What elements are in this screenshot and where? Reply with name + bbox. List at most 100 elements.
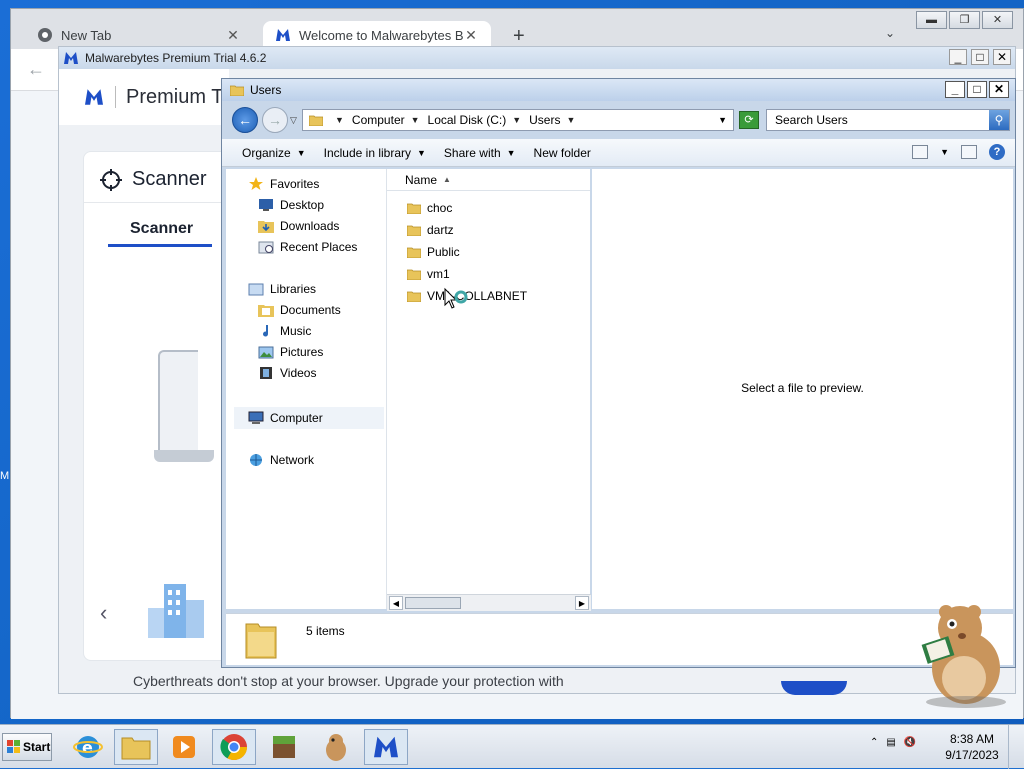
taskbar-minecraft[interactable] <box>262 729 306 765</box>
column-header-name[interactable]: Name ▲ <box>387 169 590 191</box>
new-folder-button[interactable]: New folder <box>534 146 591 160</box>
new-tab-button[interactable]: + <box>513 25 525 48</box>
close-button[interactable]: ✕ <box>993 49 1011 65</box>
breadcrumb-root-arrow[interactable]: ▼ <box>329 115 344 125</box>
tab-malwarebytes[interactable]: Welcome to Malwarebytes Browser ✕ <box>263 21 491 49</box>
list-item[interactable]: choc <box>407 201 452 215</box>
recent-pages-chevron-icon[interactable]: ▽ <box>290 115 297 126</box>
folder-icon <box>121 737 151 760</box>
volume-muted-icon[interactable]: 🔇 <box>904 737 916 748</box>
documents-icon <box>258 303 274 317</box>
start-button[interactable]: Start <box>2 733 52 761</box>
taskbar-media-player[interactable] <box>162 729 206 765</box>
preview-pane-icon[interactable] <box>961 145 977 159</box>
minimize-button[interactable]: _ <box>945 81 965 98</box>
address-history-chevron-icon[interactable]: ▼ <box>718 115 727 125</box>
clock[interactable]: 8:38 AM 9/17/2023 <box>944 731 1000 763</box>
view-chevron-down-icon[interactable]: ▼ <box>940 147 949 157</box>
scroll-right-icon[interactable]: ▶ <box>575 596 589 610</box>
help-icon[interactable]: ? <box>989 144 1005 160</box>
malwarebytes-icon <box>275 27 291 43</box>
show-hidden-icons-chevron-icon[interactable]: ⌃ <box>870 737 878 748</box>
preview-pane: Select a file to preview. <box>592 169 1013 609</box>
media-player-icon <box>173 736 195 758</box>
chevron-down-icon: ▼ <box>335 115 344 125</box>
breadcrumb-users[interactable]: Users ▼ <box>529 113 575 127</box>
chevron-down-icon[interactable]: ▼ <box>512 115 521 125</box>
maximize-button[interactable]: □ <box>971 49 989 65</box>
header-separator <box>115 86 116 108</box>
scroll-left-icon[interactable]: ◀ <box>389 596 403 610</box>
product-name: Premium T <box>126 85 224 108</box>
nav-item-documents[interactable]: Documents <box>258 303 341 317</box>
crosshair-icon <box>100 168 122 191</box>
refresh-button[interactable]: ⟳ <box>739 111 759 129</box>
view-options-icon[interactable] <box>912 145 929 159</box>
maximize-button[interactable]: □ <box>967 81 987 98</box>
scrollbar-thumb[interactable] <box>405 597 461 609</box>
network-tray-icon[interactable]: ▤ <box>886 737 895 748</box>
preview-message: Select a file to preview. <box>741 381 864 395</box>
malwarebytes-icon <box>374 736 398 758</box>
taskbar-internet-explorer[interactable]: e <box>66 729 110 765</box>
nav-libraries[interactable]: Libraries <box>248 282 316 296</box>
back-button[interactable]: ← <box>232 107 258 133</box>
nav-item-videos[interactable]: Videos <box>258 366 316 380</box>
taskbar-hamster[interactable] <box>314 729 358 765</box>
close-icon[interactable]: ✕ <box>463 27 479 44</box>
chevron-down-icon: ▼ <box>417 147 426 158</box>
close-icon[interactable]: ✕ <box>225 27 241 44</box>
breadcrumb-local-disk[interactable]: Local Disk (C:) ▼ <box>428 113 522 127</box>
svg-text:e: e <box>82 738 93 757</box>
close-button[interactable]: ✕ <box>989 81 1009 98</box>
nav-favorites[interactable]: Favorites <box>248 177 319 191</box>
list-item[interactable]: dartz <box>407 223 454 237</box>
taskbar-chrome[interactable] <box>212 729 256 765</box>
list-item[interactable]: Public <box>407 245 460 259</box>
nav-item-downloads[interactable]: Downloads <box>258 219 339 233</box>
close-button[interactable]: ✕ <box>982 11 1013 29</box>
back-arrow-icon[interactable]: ← <box>27 59 45 80</box>
search-icon[interactable]: ⚲ <box>989 110 1009 130</box>
nav-network[interactable]: Network <box>248 453 314 467</box>
music-icon <box>258 324 274 338</box>
nav-favorites-label: Favorites <box>270 177 320 191</box>
hamster-desktop-pet-icon[interactable] <box>906 598 1016 708</box>
address-bar[interactable]: ▼ Computer ▼ Local Disk (C:) ▼ Users ▼ ▼ <box>302 109 734 131</box>
organize-button[interactable]: Organize ▼ <box>242 146 306 160</box>
chrome-icon <box>37 27 53 43</box>
nav-computer[interactable]: Computer <box>248 411 323 425</box>
forward-button[interactable]: → <box>262 107 288 133</box>
tab-new-tab[interactable]: New Tab ✕ <box>25 21 253 49</box>
organize-label: Organize <box>242 145 291 160</box>
restore-button[interactable]: ❐ <box>949 11 980 29</box>
nav-item-pictures[interactable]: Pictures <box>258 345 323 359</box>
shield-banner-icon <box>781 681 847 695</box>
nav-item-music[interactable]: Music <box>258 324 311 338</box>
taskbar-explorer[interactable] <box>114 729 158 765</box>
recent-places-icon <box>258 240 274 254</box>
column-header-label: Name <box>405 172 438 187</box>
horizontal-scrollbar[interactable]: ◀ ▶ <box>387 594 591 611</box>
minimize-button[interactable]: ▬ <box>916 11 947 29</box>
tab-search-chevron-icon[interactable]: ⌄ <box>885 26 895 40</box>
list-item[interactable]: vm1 <box>407 267 450 281</box>
tab-strip: New Tab ✕ Welcome to Malwarebytes Browse… <box>11 9 1023 49</box>
taskbar-malwarebytes[interactable] <box>364 729 408 765</box>
scanner-card-label: Scanner <box>132 168 207 190</box>
malwarebytes-titlebar: Malwarebytes Premium Trial 4.6.2 _ □ ✕ <box>59 47 1015 69</box>
search-input[interactable]: Search Users ⚲ <box>766 109 1010 131</box>
previous-arrow-icon[interactable]: ‹ <box>100 600 107 626</box>
chevron-down-icon[interactable]: ▼ <box>411 115 420 125</box>
nav-item-recent-places[interactable]: Recent Places <box>258 240 357 254</box>
system-tray: ⌃ ▤ 🔇 <box>870 737 916 748</box>
show-desktop-button[interactable] <box>1008 725 1024 769</box>
tab-scanner[interactable]: Scanner <box>130 220 193 238</box>
share-with-button[interactable]: Share with ▼ <box>444 146 516 160</box>
include-in-library-button[interactable]: Include in library ▼ <box>324 146 426 160</box>
minimize-button[interactable]: _ <box>949 49 967 65</box>
breadcrumb-computer[interactable]: Computer ▼ <box>352 113 420 127</box>
nav-libraries-label: Libraries <box>270 282 317 296</box>
nav-item-desktop[interactable]: Desktop <box>258 198 324 212</box>
chevron-down-icon[interactable]: ▼ <box>566 115 575 125</box>
